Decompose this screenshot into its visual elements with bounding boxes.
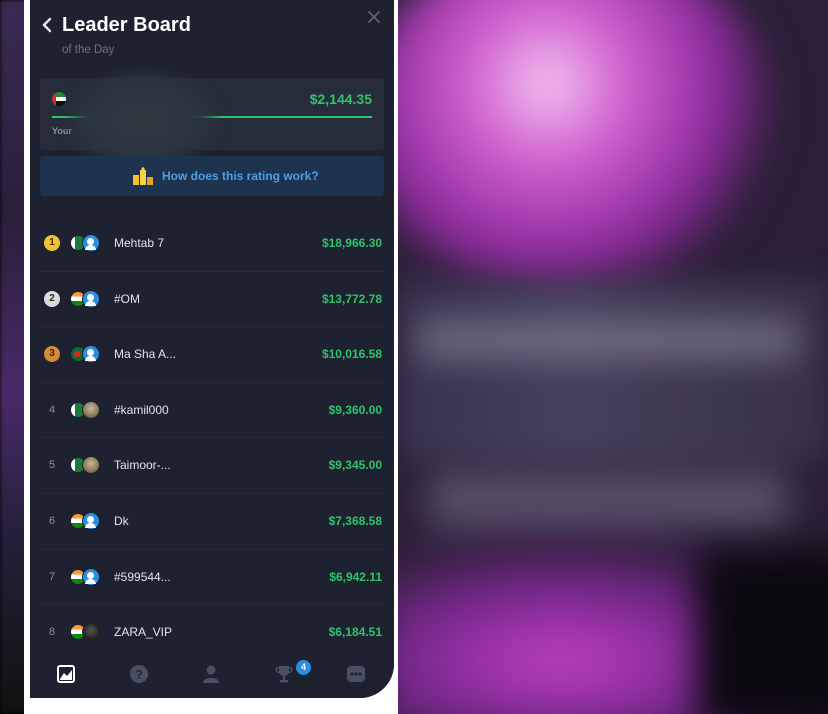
avatar	[82, 623, 100, 642]
player-amount: $13,772.78	[321, 291, 382, 306]
nav-help[interactable]: ?	[129, 664, 151, 686]
table-row[interactable]: 4 #kamil000 $9,360.00	[40, 383, 384, 439]
chart-icon	[57, 665, 75, 683]
player-name: Dk	[114, 513, 129, 528]
player-name: #OM	[114, 291, 141, 306]
player-name: #599544...	[114, 569, 171, 584]
avatar	[82, 400, 100, 419]
table-row[interactable]: 1 Mehtab 7 $18,966.30	[40, 216, 384, 272]
more-icon	[347, 666, 365, 682]
trophy-badge: 4	[296, 660, 311, 675]
bottom-nav: ?	[30, 652, 394, 698]
table-row[interactable]: 5 Taimoor-... $9,345.00	[40, 438, 384, 494]
table-row[interactable]: 6 Dk $7,368.58	[40, 494, 384, 550]
player-amount: $6,942.11	[329, 569, 382, 584]
player-name: Ma Sha A...	[114, 347, 177, 362]
nav-more[interactable]	[346, 664, 368, 686]
leaderboard-panel: Leader Board of the Day $2,144.35 Your H…	[30, 0, 394, 698]
avatar	[82, 567, 100, 586]
avatar	[82, 345, 100, 364]
player-avatars	[70, 289, 104, 308]
table-row[interactable]: 2 #OM $13,772.78	[40, 272, 384, 328]
player-avatars	[70, 400, 104, 419]
svg-text:?: ?	[135, 668, 142, 682]
player-avatars	[70, 511, 104, 530]
close-icon	[368, 11, 380, 23]
help-icon: ?	[130, 665, 148, 683]
leaderboard-list: 1 Mehtab 7 $18,966.30 2 #OM $13,772.78 3 Ma Sha…	[40, 216, 384, 661]
player-amount: $18,966.30	[321, 236, 382, 250]
page-title: Leader Board	[62, 14, 191, 36]
my-position-label: Your	[52, 126, 72, 136]
rank-medal-gold: 1	[44, 235, 60, 251]
table-row[interactable]: 3 Ma Sha A... $10,016.58	[40, 327, 384, 383]
player-avatars	[70, 456, 104, 475]
player-name: Taimoor-...	[114, 458, 171, 473]
avatar	[82, 456, 100, 475]
player-name: #kamil000	[114, 402, 169, 417]
uae-flag-icon	[52, 92, 66, 106]
player-avatars	[70, 567, 104, 586]
nav-profile[interactable]	[201, 664, 223, 686]
my-position-card: $2,144.35 Your	[40, 70, 384, 170]
back-button[interactable]	[36, 14, 58, 40]
player-avatars	[70, 623, 104, 642]
background-right-blur	[398, 0, 828, 714]
rank-medal-silver: 2	[44, 290, 60, 307]
player-name: Mehtab 7	[114, 236, 165, 250]
rating-info-button[interactable]: How does this rating work?	[40, 156, 384, 196]
page-subtitle: of the Day	[62, 44, 115, 56]
avatar	[82, 234, 100, 252]
player-amount: $9,345.00	[328, 458, 382, 473]
player-amount: $9,360.00	[328, 402, 382, 417]
header: Leader Board of the Day	[30, 0, 394, 70]
player-avatars	[70, 234, 104, 252]
avatar	[82, 289, 100, 308]
chevron-left-icon	[42, 17, 52, 33]
my-amount: $2,144.35	[309, 91, 372, 107]
rank-number: 6	[48, 514, 56, 527]
podium-icon	[133, 167, 153, 185]
profile-icon	[203, 665, 219, 683]
nav-trophy[interactable]	[274, 664, 296, 686]
rank-number: 7	[48, 570, 56, 583]
avatar	[82, 511, 100, 530]
rank-number: 4	[48, 403, 56, 416]
player-avatars	[70, 345, 104, 364]
player-amount: $10,016.58	[321, 347, 382, 362]
close-button[interactable]	[364, 8, 384, 28]
rank-medal-bronze: 3	[44, 346, 60, 363]
rating-info-label: How does this rating work?	[162, 169, 319, 183]
table-row[interactable]: 7 #599544... $6,942.11	[40, 550, 384, 606]
trophy-icon	[275, 666, 293, 683]
player-amount: $7,368.58	[328, 513, 382, 528]
nav-chart[interactable]	[56, 664, 78, 686]
rank-number: 5	[48, 459, 56, 472]
redacted-blur	[70, 70, 216, 170]
